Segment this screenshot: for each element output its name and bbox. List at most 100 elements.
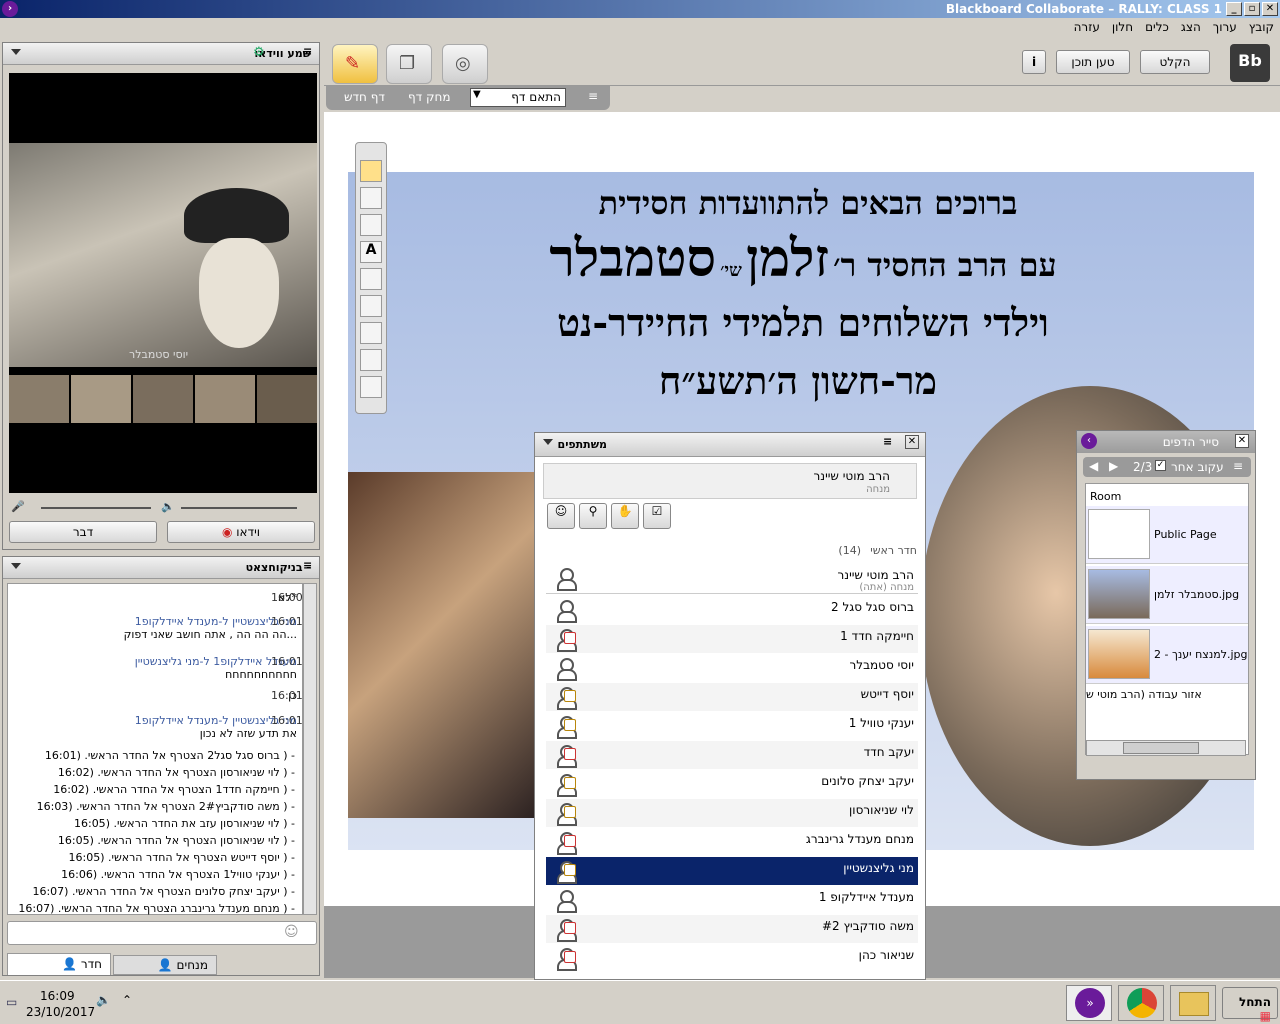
pen-tool-icon[interactable] [360,214,382,236]
participant-row[interactable]: משה סודקביץ #2 [546,915,918,943]
menu-bar: קובץערוךהצגכליםחלוןעזרה [0,18,1280,38]
follow-checkbox[interactable]: ✓ [1155,460,1166,471]
participant-row[interactable]: חיימקה חדד 1 [546,625,918,653]
page-item[interactable]: jpg.למנצח יענך - 2 [1086,626,1248,684]
panel-menu-icon[interactable]: ≡ [303,45,312,58]
menu-edit[interactable]: ערוך [1207,18,1243,36]
tab-moderators[interactable]: מנחים 👤 [113,955,217,975]
panel-menu-icon[interactable]: ≡ [1233,459,1243,473]
chat-input[interactable]: ☺ [7,921,317,945]
participant-row[interactable]: יוסי סטמבלר [546,654,918,682]
start-button[interactable]: התחל ▦ [1222,987,1278,1023]
chat-scrollbar[interactable] [303,583,317,915]
participant-row[interactable]: ברוס סגל סגל 2 [546,596,918,624]
video-thumb[interactable] [133,375,193,423]
image-tool-icon[interactable] [360,376,382,398]
filled-rect-tool-icon[interactable] [360,268,382,290]
close-icon[interactable]: ✕ [905,435,919,449]
scrollbar-thumb[interactable] [1123,742,1199,754]
tab-room[interactable]: חדר 👤 [7,953,111,975]
menu-view[interactable]: הצג [1175,18,1207,36]
room-label: חדר ראשי [870,544,917,557]
video-thumb[interactable] [195,375,255,423]
info-button[interactable]: i [1022,50,1046,74]
video-button[interactable]: ◉ וידאו [167,521,315,543]
participant-row[interactable]: יעקב חדד [546,741,918,769]
collapse-arrow-icon[interactable] [543,439,553,445]
blackboard-logo-icon: Bb [1230,44,1270,82]
menu-file[interactable]: קובץ [1243,18,1280,36]
permission-icon[interactable] [564,748,576,760]
whiteboard-mode-button[interactable]: ✎ [332,44,378,84]
load-content-button[interactable]: טען תוכן [1056,50,1130,74]
participant-row-selected[interactable]: מני גליצנשטיין [546,857,918,885]
panel-menu-icon[interactable]: ≡ [883,435,892,448]
participant-row[interactable]: מענדל איידלקופ 1 [546,886,918,914]
permission-icon[interactable] [564,864,576,876]
talk-button[interactable]: דבר [9,521,157,543]
video-thumb[interactable] [257,375,317,423]
permission-icon[interactable] [564,632,576,644]
taskbar-collaborate[interactable]: » [1066,985,1112,1021]
participant-row[interactable]: לוי שניאורסון [546,799,918,827]
hat-shape [184,188,289,243]
taskbar-explorer[interactable] [1170,985,1216,1021]
participant-row[interactable]: הרב מוטי שיינר מנחה (אתה) [546,564,918,594]
toolbar-menu-icon[interactable]: ≡ [588,89,598,103]
permission-icon[interactable] [564,835,576,847]
participant-row[interactable]: מנחם מענדל גרינברג [546,828,918,856]
workspace-item[interactable]: אזור עבודה (הרב מוטי ש [1086,688,1248,701]
web-tour-mode-button[interactable]: ◎ [442,44,488,84]
previous-page-icon[interactable]: ◀ [1089,459,1098,473]
permission-icon[interactable] [564,922,576,934]
panel-menu-icon[interactable]: ≡ [303,559,312,572]
raise-hand-icon[interactable]: ✋ [611,503,639,529]
collapse-arrow-icon[interactable] [11,49,21,55]
poll-icon[interactable]: ☑ [643,503,671,529]
permission-icon[interactable] [564,777,576,789]
restore-button[interactable]: ▫ [1244,2,1260,16]
rect-tool-icon[interactable] [360,295,382,317]
tray-expand-icon[interactable]: ⌃ [122,993,132,1007]
minimize-button[interactable]: _ [1226,2,1242,16]
menu-window[interactable]: חלון [1106,18,1139,36]
record-button[interactable]: הקלט [1140,50,1210,74]
away-icon[interactable]: ⚲ [579,503,607,529]
app-share-mode-button[interactable]: ❐ [386,44,432,84]
fit-page-select[interactable]: התאם דף ▼ [470,88,566,107]
page-item[interactable]: Public Page [1086,506,1248,564]
participant-row[interactable]: יוסף דייטש [546,683,918,711]
permission-icon[interactable] [564,806,576,818]
permission-icon[interactable] [564,690,576,702]
permission-icon[interactable] [564,719,576,731]
text-tool-icon[interactable]: A [360,241,382,263]
video-thumb[interactable] [71,375,131,423]
line-tool-icon[interactable] [360,322,382,344]
emoticon-icon[interactable]: ☺ [284,924,299,940]
mic-level-slider[interactable] [41,507,151,509]
select-tool-icon[interactable] [360,160,382,182]
collapse-arrow-icon[interactable] [11,563,21,569]
participant-row[interactable]: יעקב יצחק סלונים [546,770,918,798]
permission-icon[interactable] [564,951,576,963]
page-item[interactable]: jpg.סטמבלר זלמן [1086,566,1248,624]
close-button[interactable]: ✕ [1262,2,1278,16]
new-page-button[interactable]: דף חדש [344,90,385,104]
emotion-icon[interactable]: ☺ [547,503,575,529]
speaker-volume-slider[interactable] [181,507,297,509]
settings-icon[interactable]: ⚙ [253,45,265,60]
taskbar-chrome[interactable] [1118,985,1164,1021]
network-icon[interactable]: ▭ [6,995,17,1009]
next-page-icon[interactable]: ▶ [1109,459,1118,473]
delete-page-button[interactable]: מחק דף [408,90,451,104]
pointer-tool-icon[interactable] [360,187,382,209]
close-icon[interactable]: ✕ [1235,434,1249,448]
participant-row[interactable]: שניאור כהן [546,944,918,972]
menu-tools[interactable]: כלים [1139,18,1175,36]
screenshot-tool-icon[interactable] [360,349,382,371]
video-thumb[interactable] [9,375,69,423]
participant-row[interactable]: יענקי טוויל 1 [546,712,918,740]
volume-icon[interactable]: 🔈 [96,993,111,1007]
page-list-scrollbar[interactable] [1086,740,1246,756]
menu-help[interactable]: עזרה [1068,18,1106,36]
